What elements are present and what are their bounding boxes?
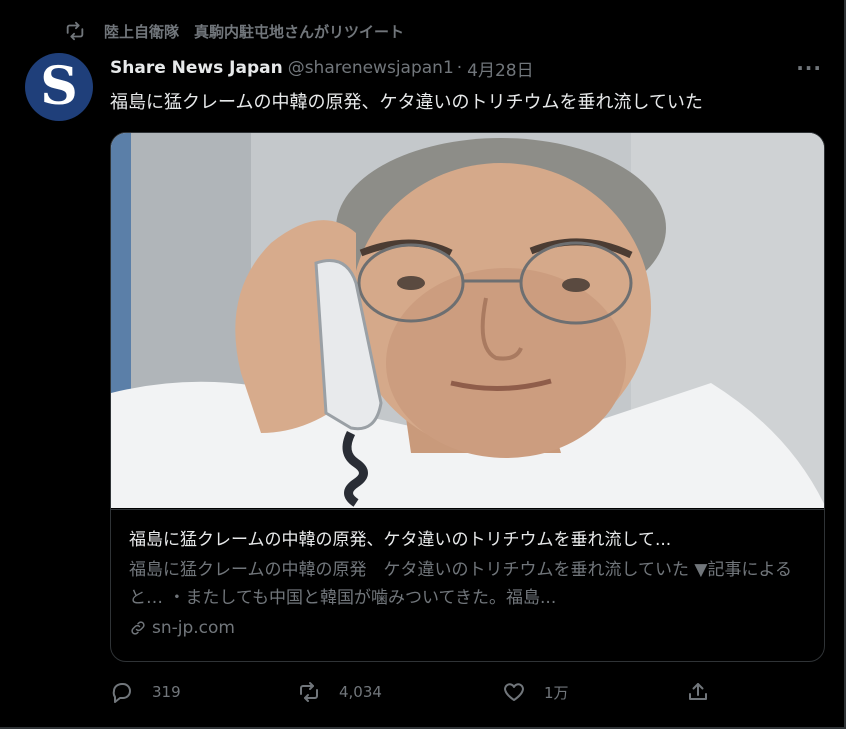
- heart-icon: [504, 683, 524, 701]
- avatar-letter: S: [40, 56, 78, 117]
- like-count: 1万: [544, 683, 569, 702]
- retweet-icon: [66, 21, 84, 41]
- like-button[interactable]: 1万: [502, 680, 569, 704]
- tweet-header: Share News Japan @sharenewsjapan1 · 4月28…: [110, 56, 534, 81]
- card-domain: sn-jp.com: [129, 618, 808, 638]
- link-card[interactable]: 福島に猛クレームの中韓の原発、ケタ違いのトリチウムを垂れ流して... 福島に猛ク…: [110, 132, 825, 662]
- tweet-date[interactable]: 4月28日: [467, 56, 533, 81]
- retweet-count: 4,034: [339, 683, 382, 701]
- retweet-button[interactable]: 4,034: [297, 680, 382, 704]
- tweet-actions: 319 4,034 1万: [110, 680, 710, 710]
- card-photo: [111, 133, 824, 508]
- avatar[interactable]: S: [25, 53, 93, 121]
- share-button[interactable]: [686, 680, 728, 704]
- separator: ·: [456, 58, 463, 78]
- retweet-text: 陸上自衛隊 真駒内駐屯地さんがリツイート: [104, 22, 405, 41]
- retweet-action-icon: [300, 682, 318, 702]
- share-icon: [689, 683, 707, 700]
- card-title: 福島に猛クレームの中韓の原発、ケタ違いのトリチウムを垂れ流して...: [129, 530, 672, 550]
- card-body[interactable]: 福島に猛クレームの中韓の原発、ケタ違いのトリチウムを垂れ流して... 福島に猛ク…: [111, 509, 824, 638]
- card-image[interactable]: [111, 133, 824, 508]
- user-handle[interactable]: @sharenewsjapan1: [288, 58, 454, 78]
- reply-button[interactable]: 319: [110, 680, 181, 704]
- more-options-icon[interactable]: ···: [796, 56, 822, 80]
- link-icon: [131, 621, 145, 635]
- reply-icon: [112, 683, 131, 703]
- reply-count: 319: [152, 683, 181, 701]
- retweet-context[interactable]: 陸上自衛隊 真駒内駐屯地さんがリツイート: [64, 20, 404, 42]
- tweet-container: 陸上自衛隊 真駒内駐屯地さんがリツイート S Share News Japan …: [0, 0, 846, 729]
- tweet-text: 福島に猛クレームの中韓の原発、ケタ違いのトリチウムを垂れ流していた: [110, 92, 703, 113]
- display-name[interactable]: Share News Japan: [110, 58, 283, 78]
- card-domain-text: sn-jp.com: [152, 618, 235, 638]
- card-description: 福島に猛クレームの中韓の原発 ケタ違いのトリチウムを垂れ流していた ▼記事による…: [129, 560, 792, 608]
